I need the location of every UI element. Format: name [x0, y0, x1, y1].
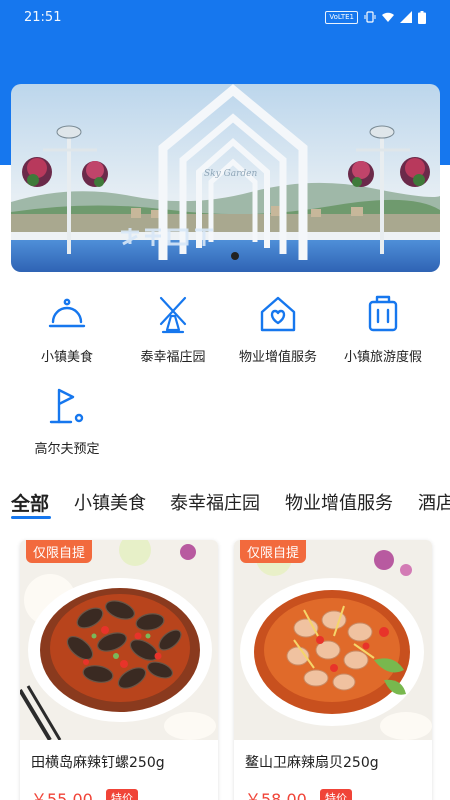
status-bar: 21:51 VoLTE1 — [0, 0, 450, 34]
product-card[interactable]: 仅限自提 田横岛麻辣钉螺250g ￥55.00 特价 — [20, 540, 218, 800]
product-price: ￥58.00 — [245, 790, 307, 800]
battery-icon — [418, 10, 426, 24]
product-price: ￥55.00 — [31, 790, 93, 800]
category-travel[interactable]: 小镇旅游度假 — [327, 292, 439, 365]
product-card[interactable]: 仅限自提 鳌山卫麻辣扇贝250g ￥58.00 特价 — [234, 540, 432, 800]
category-food[interactable]: 小镇美食 — [11, 292, 123, 365]
banner-image: Sky Garden — [11, 84, 440, 272]
product-title: 田横岛麻辣钉螺250g — [31, 755, 165, 771]
category-property-services[interactable]: 物业增值服务 — [222, 292, 334, 365]
carousel-indicator-dot[interactable] — [231, 252, 239, 260]
product-image: 仅限自提 — [20, 540, 218, 740]
status-icons: VoLTE1 — [325, 10, 426, 24]
category-label: 小镇旅游度假 — [343, 350, 422, 365]
category-label: 高尔夫预定 — [34, 442, 100, 457]
category-tabs: 全部 小镇美食 泰幸福庄园 物业增值服务 酒店 — [0, 483, 450, 523]
special-price-tag: 特价 — [106, 789, 138, 800]
category-label: 泰幸福庄园 — [140, 350, 206, 365]
product-title: 鳌山卫麻辣扇贝250g — [245, 755, 379, 771]
windmill-icon — [159, 296, 187, 334]
special-price-tag: 特价 — [320, 789, 352, 800]
volte-badge: VoLTE1 — [325, 10, 358, 24]
cloche-icon — [48, 298, 86, 328]
tab-farm[interactable]: 泰幸福庄园 — [170, 489, 260, 515]
tab-all[interactable]: 全部 — [11, 489, 49, 516]
tab-property-services[interactable]: 物业增值服务 — [285, 489, 393, 515]
product-image: 仅限自提 — [234, 540, 432, 740]
banner-carousel[interactable]: Sky Garden — [11, 84, 440, 272]
category-golf[interactable]: 高尔夫预定 — [11, 384, 123, 457]
active-tab-indicator — [11, 516, 51, 519]
signal-icon — [400, 11, 412, 23]
category-label: 小镇美食 — [40, 350, 93, 365]
wifi-icon — [382, 11, 394, 23]
luggage-icon — [368, 295, 398, 332]
golf-flag-icon — [49, 388, 84, 424]
status-time: 21:51 — [24, 9, 62, 25]
svg-text:Sky Garden: Sky Garden — [204, 169, 258, 179]
category-farm[interactable]: 泰幸福庄园 — [117, 292, 229, 365]
category-label: 物业增值服务 — [238, 350, 317, 365]
tab-food[interactable]: 小镇美食 — [74, 489, 146, 515]
tab-hotel[interactable]: 酒店 — [418, 489, 450, 515]
pickup-only-badge: 仅限自提 — [240, 540, 307, 563]
vibrate-icon — [364, 11, 376, 23]
house-heart-icon — [260, 296, 296, 332]
pickup-only-badge: 仅限自提 — [26, 540, 93, 563]
